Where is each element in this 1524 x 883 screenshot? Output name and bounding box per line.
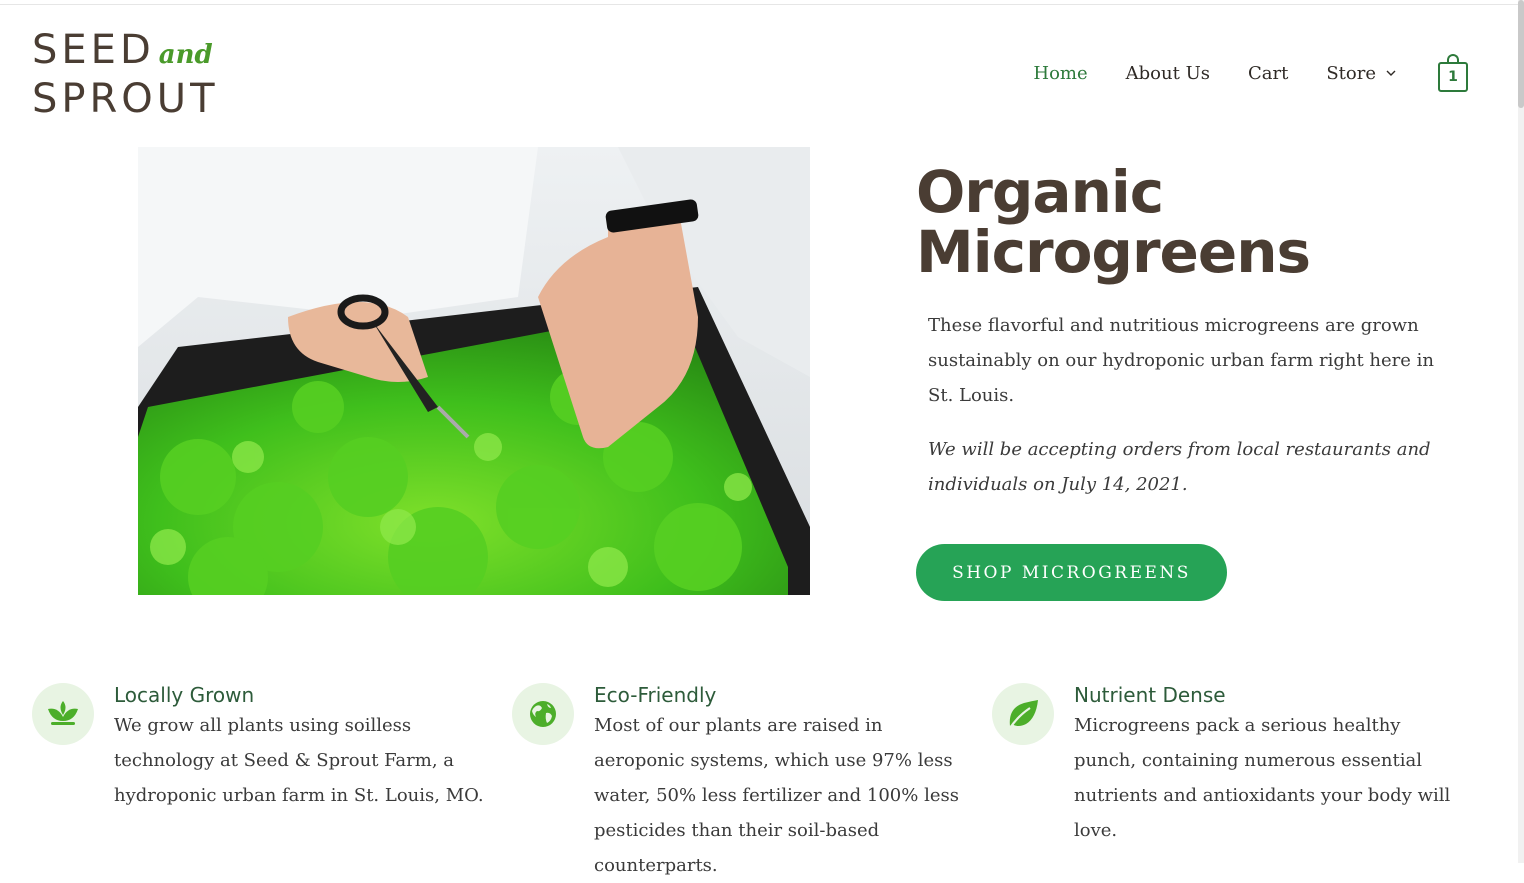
feature-title: Locally Grown: [114, 683, 255, 707]
nav-item-store-label: Store: [1326, 62, 1376, 84]
feature-text: Most of our plants are raised in aeropon…: [594, 715, 959, 876]
nav-item-home[interactable]: Home: [1033, 63, 1087, 84]
nav-item-about-us[interactable]: About Us: [1126, 63, 1210, 84]
shopping-bag-icon: 1: [1438, 62, 1468, 92]
scrollbar-track[interactable]: [1518, 0, 1524, 863]
feature-title: Nutrient Dense: [1074, 683, 1226, 707]
cart-count-badge: 1: [1448, 69, 1458, 85]
hero-image: [138, 147, 810, 595]
logo-seed: SEED: [32, 27, 155, 73]
feature-title: Eco-Friendly: [594, 683, 717, 707]
leaf-icon: [992, 683, 1054, 745]
cart-button[interactable]: 1: [1438, 54, 1472, 92]
hero-order-note: We will be accepting orders from local r…: [928, 439, 1431, 495]
main-nav: Home About Us Cart Store 1: [995, 54, 1472, 92]
feature-text: We grow all plants using soilless techno…: [114, 715, 484, 806]
sprout-icon: [32, 683, 94, 745]
logo-and: and: [158, 40, 213, 70]
top-border: [0, 0, 1520, 5]
hero-title-line2: Microgreens: [916, 218, 1311, 286]
chevron-down-icon: [1386, 70, 1396, 76]
site-logo[interactable]: SEED and SPROUT: [32, 27, 242, 122]
hero-title: Organic Microgreens: [916, 162, 1436, 282]
nav-item-cart[interactable]: Cart: [1248, 63, 1288, 84]
feature-text: Microgreens pack a serious healthy punch…: [1074, 715, 1451, 841]
globe-icon: [512, 683, 574, 745]
shop-microgreens-button[interactable]: SHOP MICROGREENS: [916, 544, 1227, 601]
logo-sprout: SPROUT: [32, 76, 219, 122]
hero-title-line1: Organic: [916, 158, 1164, 226]
hero-description: These flavorful and nutritious microgree…: [928, 315, 1434, 406]
microgreens-harvest-illustration: [138, 147, 810, 595]
scrollbar-thumb[interactable]: [1518, 0, 1524, 108]
nav-item-store[interactable]: Store: [1326, 63, 1396, 84]
